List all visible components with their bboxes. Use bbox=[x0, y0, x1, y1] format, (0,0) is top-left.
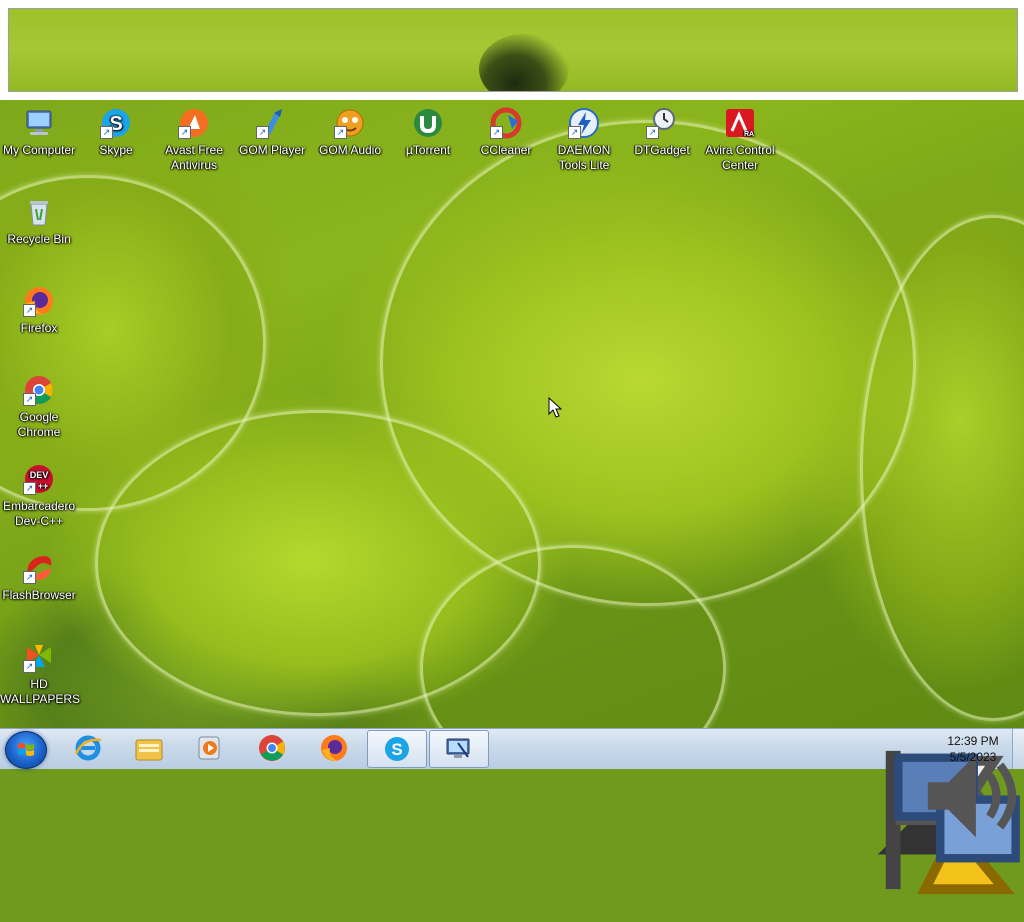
show-desktop-button[interactable] bbox=[1012, 729, 1024, 769]
clock-date: 5/5/2023 bbox=[949, 750, 997, 764]
flashbrowser-icon: ↗ bbox=[23, 552, 55, 584]
avira-icon: RA bbox=[724, 107, 756, 139]
desktop-icon-gom-audio[interactable]: ↗ GOM Audio bbox=[311, 107, 389, 158]
window-preview-area bbox=[8, 8, 1018, 92]
dtgadget-icon: ↗ bbox=[646, 107, 678, 139]
icon-label: µTorrent bbox=[405, 143, 451, 157]
media-player-icon bbox=[198, 736, 220, 760]
icon-label: Firefox bbox=[20, 321, 58, 335]
icon-label: HD WALLPAPERS bbox=[0, 677, 81, 706]
remote-desktop-icon bbox=[446, 738, 470, 758]
desktop-icon-hd-wallpapers[interactable]: ↗ HD WALLPAPERS bbox=[0, 641, 81, 707]
computer-icon bbox=[23, 107, 55, 139]
desktop-icon-recycle-bin[interactable]: Recycle Bin bbox=[0, 196, 78, 247]
firefox-icon bbox=[321, 735, 347, 762]
desktop-icon-dtgadget[interactable]: ↗ DTGadget bbox=[623, 107, 701, 158]
chrome-icon: ↗ bbox=[23, 374, 55, 406]
hd-wallpapers-icon: ↗ bbox=[23, 641, 55, 673]
daemon-tools-icon: ↗ bbox=[568, 107, 600, 139]
taskbar-remote-desktop[interactable] bbox=[429, 730, 489, 768]
desktop-icon-firefox[interactable]: ↗ Firefox bbox=[0, 285, 78, 336]
file-explorer-icon bbox=[135, 739, 163, 761]
taskbar-internet-explorer[interactable] bbox=[59, 730, 117, 766]
taskbar-firefox[interactable] bbox=[305, 730, 363, 766]
desktop-icon-avira[interactable]: RA Avira Control Center bbox=[701, 107, 779, 173]
gom-audio-icon: ↗ bbox=[334, 107, 366, 139]
taskbar: S 12:39 PM 5/5/2023 bbox=[0, 728, 1024, 895]
desktop-icon-devcpp[interactable]: DEV ++ ↗ Embarcadero Dev-C++ bbox=[0, 463, 78, 529]
taskbar-chrome[interactable] bbox=[243, 730, 301, 766]
svg-text:RA: RA bbox=[744, 131, 754, 138]
recycle-bin-icon bbox=[23, 196, 55, 228]
desktop-icon-utorrent[interactable]: µTorrent bbox=[389, 107, 467, 158]
top-window-strip bbox=[0, 0, 1024, 100]
desktop-icon-my-computer[interactable]: My Computer bbox=[0, 107, 78, 158]
icon-label: My Computer bbox=[2, 143, 76, 157]
desktop-icon-skype[interactable]: S ↗ Skype bbox=[77, 107, 155, 158]
desktop-icon-avast[interactable]: ↗ Avast Free Antivirus bbox=[155, 107, 233, 173]
icon-label: Skype bbox=[99, 143, 133, 157]
taskbar-clock[interactable]: 12:39 PM 5/5/2023 bbox=[930, 733, 1016, 765]
skype-icon: S ↗ bbox=[100, 107, 132, 139]
taskbar-skype[interactable]: S bbox=[367, 730, 427, 768]
avast-icon: ↗ bbox=[178, 107, 210, 139]
icon-label: Avira Control Center bbox=[705, 143, 775, 172]
clock-time: 12:39 PM bbox=[947, 734, 999, 748]
taskbar-media-player[interactable] bbox=[181, 730, 239, 766]
svg-text:++: ++ bbox=[38, 481, 49, 491]
skype-icon: S bbox=[385, 737, 409, 761]
icon-label: Google Chrome bbox=[17, 410, 61, 439]
preview-shadow bbox=[479, 34, 569, 91]
icon-label: Avast Free Antivirus bbox=[165, 143, 223, 172]
svg-text:DEV: DEV bbox=[30, 470, 49, 480]
icon-label: GOM Player bbox=[238, 143, 305, 157]
icon-label: GOM Audio bbox=[318, 143, 382, 157]
desktop-icon-ccleaner[interactable]: ↗ CCleaner bbox=[467, 107, 545, 158]
utorrent-icon bbox=[412, 107, 444, 139]
devcpp-icon: DEV ++ ↗ bbox=[23, 463, 55, 495]
gom-player-icon: ↗ bbox=[256, 107, 288, 139]
icon-label: CCleaner bbox=[480, 143, 532, 157]
icon-label: Embarcadero Dev-C++ bbox=[2, 499, 76, 528]
ccleaner-icon: ↗ bbox=[490, 107, 522, 139]
start-button[interactable] bbox=[5, 731, 47, 769]
taskbar-file-explorer[interactable] bbox=[120, 730, 178, 766]
desktop-icon-daemon-tools[interactable]: ↗ DAEMON Tools Lite bbox=[545, 107, 623, 173]
windows-start-icon bbox=[18, 743, 34, 756]
svg-text:S: S bbox=[391, 740, 402, 759]
firefox-icon: ↗ bbox=[23, 285, 55, 317]
icon-label: FlashBrowser bbox=[2, 588, 76, 602]
icon-label: Recycle Bin bbox=[7, 232, 71, 246]
internet-explorer-icon bbox=[74, 735, 102, 761]
mouse-cursor-icon bbox=[548, 397, 562, 418]
desktop-icon-google-chrome[interactable]: ↗ Google Chrome bbox=[0, 374, 78, 440]
icon-label: DAEMON Tools Lite bbox=[557, 143, 611, 172]
chrome-icon bbox=[259, 735, 285, 761]
desktop-icon-flashbrowser[interactable]: ↗ FlashBrowser bbox=[0, 552, 78, 603]
icon-label: DTGadget bbox=[634, 143, 690, 157]
desktop-icon-gom-player[interactable]: ↗ GOM Player bbox=[233, 107, 311, 158]
